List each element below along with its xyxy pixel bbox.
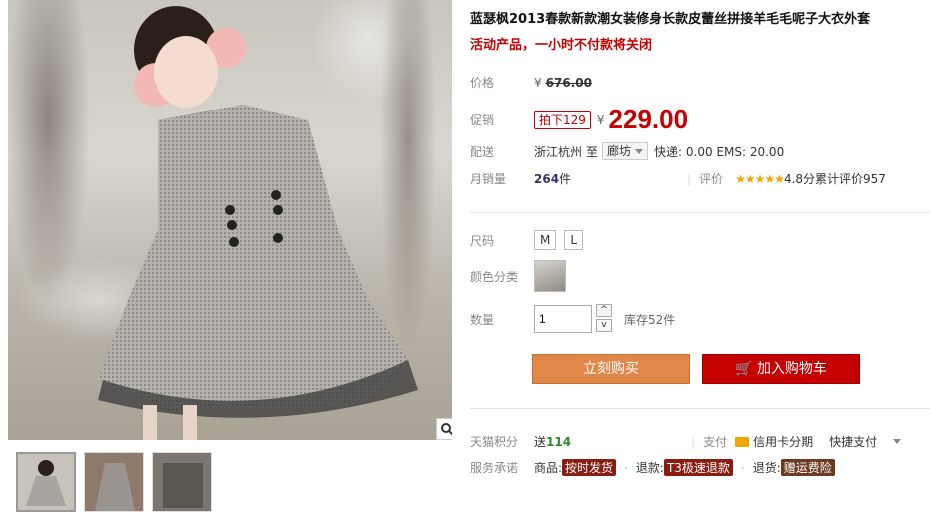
shipping-label: 配送 (470, 144, 495, 159)
buy-now-button[interactable]: 立刻购买 (532, 354, 690, 384)
service-row: 服务承诺 商品: 按时发货 · 退款: T3极速退款 · 退货: 赠运费险 (470, 459, 835, 476)
refund-tag[interactable]: T3极速退款 (663, 459, 733, 476)
points-value: 114 (546, 434, 572, 449)
size-option-m[interactable]: M (534, 230, 557, 250)
quantity-down-button[interactable]: v (596, 319, 612, 332)
review-label: 评价 (699, 172, 724, 186)
model-figure (98, 6, 418, 440)
return-label: 退货: (752, 461, 781, 475)
credit-card-icon (735, 436, 750, 447)
section-divider (470, 408, 930, 409)
promo-label: 促销 (470, 113, 495, 127)
color-swatch[interactable] (534, 260, 566, 292)
on-time-shipping-tag[interactable]: 按时发货 (562, 459, 617, 476)
thumbnail-image (153, 453, 211, 511)
quantity-up-button[interactable]: ^ (596, 304, 612, 317)
size-row: 尺码 M L (470, 230, 591, 250)
destination-select[interactable]: 廊坊 (602, 142, 649, 160)
product-info-panel: 蓝瑟枫2013春款新款潮女装修身长款皮蕾丝拼接羊毛毛呢子大衣外套 活动产品，一小… (470, 0, 930, 516)
quantity-label: 数量 (470, 312, 495, 327)
quantity-row: 数量 ^ v 库存52件 (470, 304, 675, 334)
magnifier-icon (441, 423, 452, 436)
thumbnail-1[interactable] (16, 452, 76, 512)
thumbnail-image (85, 453, 143, 511)
add-to-cart-label: 加入购物车 (756, 361, 827, 377)
rating-text[interactable]: 4.8分累计评价957 (784, 170, 886, 187)
price-row: 价格 ¥ 676.00 (470, 74, 592, 91)
return-shipping-tag[interactable]: 赠运费险 (780, 459, 835, 476)
sales-unit: 件 (559, 172, 572, 186)
divider-bar: | (691, 434, 696, 449)
quick-pay-option[interactable]: 快捷支付 (829, 433, 877, 450)
shipping-from: 浙江杭州 (534, 144, 583, 159)
color-row: 颜色分类 (470, 260, 566, 292)
divider-bar: | (687, 171, 692, 186)
credit-option[interactable]: 信用卡分期 (753, 433, 813, 450)
thumbnail-image (26, 460, 66, 506)
destination-value: 廊坊 (607, 144, 632, 158)
dot-separator: · (740, 460, 745, 475)
shipping-row: 配送 浙江杭州 至 廊坊 快递: 0.00 EMS: 20.00 (470, 142, 784, 160)
main-product-image[interactable] (8, 0, 452, 440)
quantity-stepper: ^ v (596, 304, 612, 334)
add-to-cart-button[interactable]: 🛒 加入购物车 (702, 354, 860, 384)
cart-icon: 🛒 (735, 361, 757, 377)
promo-row: 促销 拍下129 ¥ 229.00 (470, 104, 688, 135)
refund-label: 退款: (635, 461, 664, 475)
rating-stars: ★★★★★ (735, 171, 785, 186)
thumbnail-strip (16, 452, 212, 512)
product-title: 蓝瑟枫2013春款新款潮女装修身长款皮蕾丝拼接羊毛毛呢子大衣外套 (470, 12, 871, 27)
points-label: 天猫积分 (470, 435, 519, 449)
sales-label: 月销量 (470, 172, 507, 186)
size-option-l[interactable]: L (564, 230, 584, 250)
section-divider (470, 212, 930, 213)
original-price: 676.00 (545, 75, 592, 90)
service-label: 服务承诺 (470, 461, 519, 475)
promo-tag: 拍下129 (534, 110, 591, 129)
promo-currency: ¥ (596, 112, 605, 127)
dot-separator: · (624, 460, 628, 475)
chevron-down-icon[interactable] (893, 439, 902, 444)
stock-text: 库存52件 (624, 312, 676, 327)
pay-label: 支付 (703, 435, 728, 449)
sales-row: 月销量 264 件 | 评价 ★★★★★ 4.8分累计评价957 (470, 170, 886, 187)
chevron-down-icon (635, 148, 644, 154)
points-prefix: 送 (534, 435, 547, 449)
points-row: 天猫积分 送 114 | 支付 信用卡分期 快捷支付 (470, 433, 902, 450)
thumbnail-3[interactable] (152, 452, 212, 512)
color-label: 颜色分类 (470, 269, 519, 284)
thumbnail-2[interactable] (84, 452, 144, 512)
shipping-fees: 快递: 0.00 EMS: 20.00 (654, 144, 785, 159)
promo-note: 活动产品，一小时不付款将关闭 (470, 38, 653, 53)
price-label: 价格 (470, 76, 495, 90)
zoom-button[interactable] (436, 418, 452, 440)
shipping-to-word: 至 (586, 144, 599, 159)
price-currency: ¥ (534, 75, 542, 90)
sales-count: 264 (534, 171, 560, 186)
goods-label: 商品: (534, 461, 563, 475)
quantity-input[interactable] (534, 305, 592, 333)
size-label: 尺码 (470, 233, 495, 248)
promo-price: 229.00 (608, 104, 689, 134)
